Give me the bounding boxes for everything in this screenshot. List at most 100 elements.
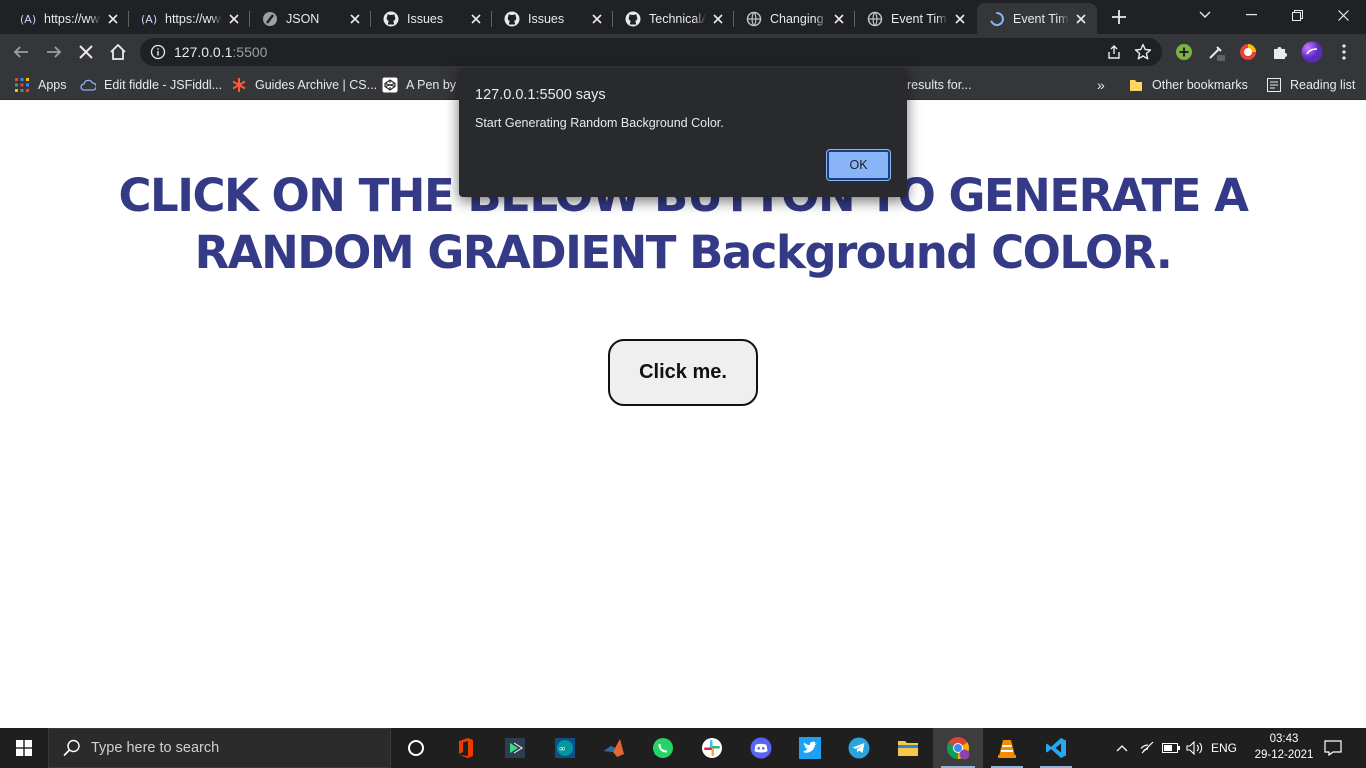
wifi-icon[interactable] — [1138, 728, 1158, 768]
svg-text:∞: ∞ — [559, 745, 567, 755]
battery-icon[interactable] — [1160, 728, 1182, 768]
minimize-button[interactable] — [1228, 0, 1274, 30]
tab-6[interactable]: TechnicalA — [613, 3, 734, 34]
tab-5[interactable]: Issues — [492, 3, 613, 34]
svg-text:(A): (A) — [20, 13, 36, 26]
stop-loading-icon[interactable] — [74, 40, 98, 64]
arduino-icon[interactable]: ∞ — [541, 728, 589, 768]
cssmatic-icon: (A) — [141, 11, 157, 27]
office-icon[interactable] — [442, 728, 490, 768]
bookmark-label: Apps — [38, 78, 67, 92]
bookmark-label: A Pen by A — [406, 78, 468, 92]
search-icon — [63, 739, 81, 757]
close-icon[interactable] — [226, 11, 242, 27]
tab-9-active[interactable]: Event Time — [977, 3, 1097, 34]
bookmark-label: Reading list — [1290, 78, 1356, 92]
discord-icon[interactable] — [737, 728, 785, 768]
tray-chevron-up-icon[interactable] — [1112, 728, 1132, 768]
close-icon[interactable] — [105, 11, 121, 27]
extension-color-picker-icon[interactable] — [1236, 40, 1260, 64]
menu-kebab-icon[interactable] — [1332, 40, 1356, 64]
extensions-puzzle-icon[interactable] — [1268, 40, 1292, 64]
bookmark-star-icon[interactable] — [1134, 43, 1152, 61]
bookmark-reading-list[interactable]: Reading list — [1266, 76, 1355, 94]
tab-1[interactable]: (A) https://www.cssmatic.com — [8, 3, 129, 34]
tab-3[interactable]: JSON — [250, 3, 371, 34]
bookmark-label: Edit fiddle - JSFiddl... — [104, 78, 223, 92]
tab-7[interactable]: Changing — [734, 3, 855, 34]
tab-4[interactable]: Issues — [371, 3, 492, 34]
close-icon[interactable] — [347, 11, 363, 27]
reading-list-icon — [1266, 77, 1282, 93]
vscode-icon[interactable] — [1032, 728, 1080, 768]
taskbar-search-box[interactable]: Type here to search — [48, 728, 391, 768]
svg-text:(A): (A) — [141, 13, 157, 26]
bookmark-codepen[interactable]: A Pen by A — [382, 76, 467, 94]
volume-icon[interactable] — [1184, 728, 1206, 768]
tab-title: Issues — [407, 11, 444, 26]
click-me-button[interactable]: Click me. — [608, 339, 758, 406]
globe-icon — [867, 11, 883, 27]
bookmark-label: Other bookmarks — [1152, 78, 1248, 92]
new-tab-button[interactable] — [1108, 6, 1130, 28]
asterisk-icon — [231, 77, 247, 93]
cssmatic-icon: (A) — [20, 11, 36, 27]
chrome-taskbar-icon[interactable] — [933, 728, 983, 768]
tab-title: https://www.cssmatic.com — [165, 11, 222, 26]
share-icon[interactable] — [1106, 44, 1122, 60]
file-explorer-icon[interactable] — [884, 728, 932, 768]
whatsapp-icon[interactable] — [639, 728, 687, 768]
alert-dialog: 127.0.0.1:5500 says Start Generating Ran… — [459, 68, 907, 197]
close-icon[interactable] — [589, 11, 605, 27]
browser-toolbar: 127.0.0.1:5500 — [0, 34, 1366, 70]
taskbar-search-placeholder: Type here to search — [91, 740, 220, 756]
close-window-button[interactable] — [1320, 0, 1366, 30]
site-info-icon[interactable] — [150, 44, 166, 60]
ok-button[interactable]: OK — [827, 150, 890, 180]
bookmark-other-bookmarks[interactable]: Other bookmarks — [1128, 76, 1248, 94]
vlc-icon[interactable] — [983, 728, 1031, 768]
more-bookmarks-label: » — [1097, 77, 1105, 93]
matlab-icon[interactable] — [590, 728, 638, 768]
notification-center-icon[interactable] — [1318, 728, 1348, 768]
twitter-icon[interactable] — [786, 728, 834, 768]
bookmark-label: Guides Archive | CS... — [255, 78, 378, 92]
tab-title: Event Time — [1013, 11, 1069, 26]
home-icon[interactable] — [106, 40, 130, 64]
language-indicator[interactable]: ENG — [1208, 728, 1240, 768]
close-icon[interactable] — [952, 11, 968, 27]
bookmark-search-results[interactable]: results for... — [907, 76, 972, 94]
close-icon[interactable] — [710, 11, 726, 27]
forward-arrow-icon[interactable] — [42, 40, 66, 64]
tab-search-chevron-icon[interactable] — [1182, 0, 1228, 30]
dialog-title: 127.0.0.1:5500 says — [475, 87, 606, 103]
extension-green-icon[interactable] — [1172, 40, 1196, 64]
restore-button[interactable] — [1274, 0, 1320, 30]
more-bookmarks-chevron[interactable]: » — [1097, 76, 1105, 94]
github-icon — [504, 11, 520, 27]
bookmark-guides-archive[interactable]: Guides Archive | CS... — [231, 76, 377, 94]
telegram-icon[interactable] — [835, 728, 883, 768]
close-icon[interactable] — [468, 11, 484, 27]
back-arrow-icon[interactable] — [9, 40, 33, 64]
profile-avatar[interactable] — [1300, 40, 1324, 64]
clock[interactable]: 03:43 29-12-2021 — [1252, 731, 1316, 763]
close-icon[interactable] — [831, 11, 847, 27]
bookmark-apps[interactable]: Apps — [14, 76, 67, 94]
windows-taskbar: Type here to search ∞ ENG 03:43 29-12-20… — [0, 728, 1366, 768]
tab-8[interactable]: Event Time — [855, 3, 976, 34]
cortana-icon[interactable] — [392, 728, 440, 768]
github-icon — [383, 11, 399, 27]
start-button[interactable] — [0, 728, 48, 768]
screen: (A) https://www.cssmatic.com (A) https:/… — [0, 0, 1366, 768]
tab-title: Issues — [528, 11, 565, 26]
bookmark-jsfiddle[interactable]: Edit fiddle - JSFiddl... — [80, 76, 222, 94]
folder-icon — [1128, 77, 1144, 93]
address-bar[interactable]: 127.0.0.1:5500 — [140, 38, 1162, 66]
close-icon[interactable] — [1073, 11, 1089, 27]
dialog-message: Start Generating Random Background Color… — [475, 116, 724, 130]
extension-eyedropper-icon[interactable] — [1204, 40, 1228, 64]
tab-2[interactable]: (A) https://www.cssmatic.com — [129, 3, 250, 34]
android-studio-app-icon[interactable] — [491, 728, 539, 768]
slack-icon[interactable] — [688, 728, 736, 768]
